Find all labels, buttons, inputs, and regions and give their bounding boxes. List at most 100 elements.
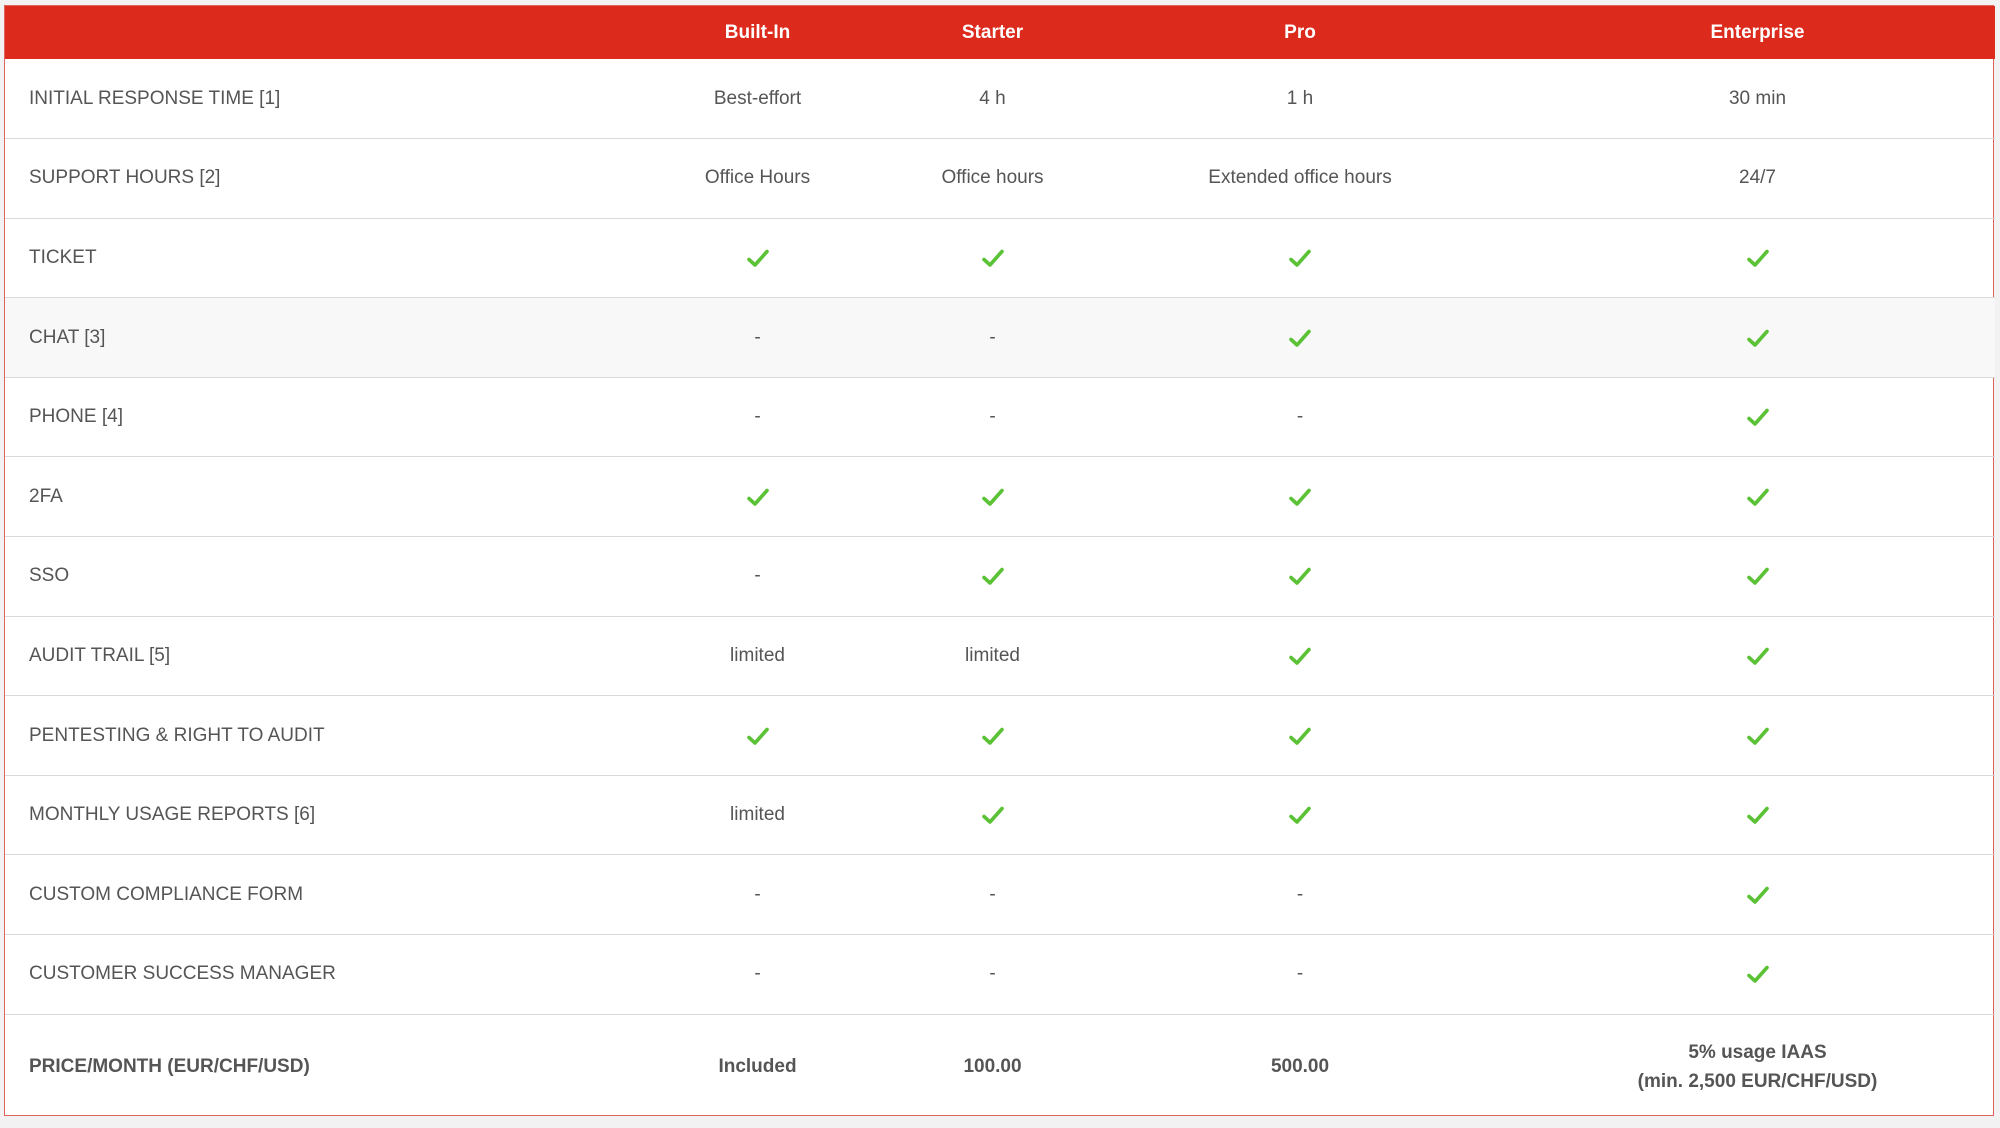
- cell-enterprise-value: 24/7: [1739, 167, 1776, 189]
- cell-built-in-included: [610, 696, 905, 776]
- feature-label: INITIAL RESPONSE TIME [1]: [29, 87, 281, 109]
- cell-built-in-included: [610, 457, 905, 537]
- cell-enterprise-included: [1520, 298, 1995, 378]
- checkmark-icon: [1746, 724, 1770, 748]
- price-enterprise-line-1: 5% usage IAAS: [1688, 1042, 1827, 1064]
- checkmark-icon: [981, 803, 1005, 827]
- cell-enterprise-included: [1520, 218, 1995, 298]
- checkmark-icon: [746, 246, 770, 270]
- price-pro: 500.00: [1270, 1056, 1330, 1078]
- cell-starter-value: limited: [965, 644, 1020, 666]
- cell-built-in-value: -: [754, 326, 761, 348]
- price-starter: 100.00: [963, 1056, 1022, 1078]
- feature-label: PENTESTING & RIGHT TO AUDIT: [29, 724, 325, 746]
- cell-built-in-value: -: [754, 406, 761, 428]
- table-row: AUDIT TRAIL [5] limited limited: [5, 616, 1995, 696]
- checkmark-icon: [1288, 644, 1312, 668]
- cell-pro-included: [1080, 218, 1520, 298]
- feature-label: AUDIT TRAIL [5]: [29, 644, 171, 666]
- cell-pro-value: 1 h: [1286, 87, 1314, 109]
- checkmark-icon: [981, 246, 1005, 270]
- checkmark-icon: [981, 724, 1005, 748]
- cell-pro-included: [1080, 298, 1520, 378]
- checkmark-icon: [1288, 326, 1312, 350]
- cell-starter-included: [905, 218, 1080, 298]
- cell-built-in-value: Best-effort: [713, 87, 802, 109]
- checkmark-icon: [746, 724, 770, 748]
- cell-enterprise-included: [1520, 457, 1995, 537]
- feature-label: 2FA: [29, 485, 63, 507]
- checkmark-icon: [1746, 962, 1770, 986]
- plan-header-enterprise: Enterprise: [1710, 21, 1805, 43]
- plan-header-starter: Starter: [961, 21, 1024, 43]
- table-body: INITIAL RESPONSE TIME [1] Best-effort 4 h 1…: [5, 59, 1995, 1120]
- table-row: PHONE [4] - - -: [5, 377, 1995, 457]
- cell-pro-value: -: [1296, 963, 1304, 985]
- checkmark-icon: [1746, 246, 1770, 270]
- cell-built-in-value: -: [754, 565, 761, 587]
- plan-header-pro: Pro: [1284, 21, 1316, 43]
- table-row: MONTHLY USAGE REPORTS [6] limited: [5, 775, 1995, 855]
- cell-enterprise-included: [1520, 537, 1995, 617]
- checkmark-icon: [1288, 246, 1312, 270]
- feature-label: CUSTOM COMPLIANCE FORM: [29, 883, 304, 905]
- cell-starter-value: -: [989, 963, 996, 985]
- feature-label: MONTHLY USAGE REPORTS [6]: [29, 804, 316, 826]
- cell-enterprise-included: [1520, 775, 1995, 855]
- feature-label: TICKET: [29, 246, 97, 268]
- cell-starter-included: [905, 775, 1080, 855]
- cell-pro-included: [1080, 457, 1520, 537]
- cell-built-in-value: limited: [730, 644, 785, 666]
- table-row: SUPPORT HOURS [2] Office Hours Office hour…: [5, 139, 1995, 219]
- cell-starter-included: [905, 696, 1080, 776]
- table-row: CUSTOM COMPLIANCE FORM - - -: [5, 855, 1995, 935]
- cell-pro-value: Extended office hours: [1208, 167, 1392, 189]
- feature-label: PHONE [4]: [29, 406, 123, 428]
- checkmark-icon: [1746, 485, 1770, 509]
- pricing-comparison-table: Built-In Starter Pro Enterprise INITIAL …: [5, 6, 1995, 1120]
- cell-enterprise-included: [1520, 935, 1995, 1015]
- cell-starter-value: -: [989, 406, 996, 428]
- table-row: TICKET: [5, 218, 1995, 298]
- cell-enterprise-included: [1520, 377, 1995, 457]
- pricing-comparison-panel: Built-In Starter Pro Enterprise INITIAL …: [4, 5, 1995, 1116]
- checkmark-icon: [981, 564, 1005, 588]
- cell-pro-value: -: [1296, 883, 1304, 905]
- price-row-label: PRICE/MONTH (EUR/CHF/USD): [29, 1056, 310, 1078]
- table-row: SSO -: [5, 537, 1995, 617]
- cell-starter-included: [905, 457, 1080, 537]
- price-enterprise-line-2: (min. 2,500 EUR/CHF/USD): [1637, 1071, 1878, 1093]
- cell-starter-value: -: [989, 326, 996, 348]
- cell-built-in-value: limited: [730, 804, 785, 826]
- cell-enterprise-included: [1520, 855, 1995, 935]
- checkmark-icon: [1288, 485, 1312, 509]
- cell-enterprise-value: 30 min: [1728, 87, 1787, 109]
- cell-built-in-value: -: [754, 963, 761, 985]
- table-header-row: Built-In Starter Pro Enterprise: [5, 6, 1995, 59]
- cell-pro-included: [1080, 696, 1520, 776]
- table-row: 2FA: [5, 457, 1995, 537]
- plan-header-built-in: Built-In: [724, 21, 791, 43]
- cell-enterprise-included: [1520, 696, 1995, 776]
- table-row: CHAT [3] - -: [5, 297, 1995, 378]
- checkmark-icon: [746, 485, 770, 509]
- cell-built-in-value: -: [754, 883, 761, 905]
- cell-pro-included: [1080, 616, 1520, 696]
- cell-enterprise-included: [1520, 616, 1995, 696]
- checkmark-icon: [1288, 724, 1312, 748]
- checkmark-icon: [981, 485, 1005, 509]
- feature-label: CUSTOMER SUCCESS MANAGER: [29, 963, 336, 985]
- feature-label: SSO: [29, 565, 70, 587]
- cell-built-in-included: [610, 218, 905, 298]
- table-row: CUSTOMER SUCCESS MANAGER - - -: [5, 935, 1995, 1015]
- cell-built-in-value: Office Hours: [704, 167, 811, 189]
- checkmark-icon: [1746, 564, 1770, 588]
- checkmark-icon: [1746, 326, 1770, 350]
- checkmark-icon: [1288, 803, 1312, 827]
- cell-starter-value: 4 h: [979, 87, 1006, 109]
- feature-label: CHAT [3]: [29, 326, 106, 348]
- checkmark-icon: [1288, 564, 1312, 588]
- price-enterprise: 5% usage IAAS (min. 2,500 EUR/CHF/USD): [1520, 1014, 1995, 1120]
- price-row: PRICE/MONTH (EUR/CHF/USD) Included 100.0…: [5, 1014, 1995, 1120]
- cell-starter-included: [905, 537, 1080, 617]
